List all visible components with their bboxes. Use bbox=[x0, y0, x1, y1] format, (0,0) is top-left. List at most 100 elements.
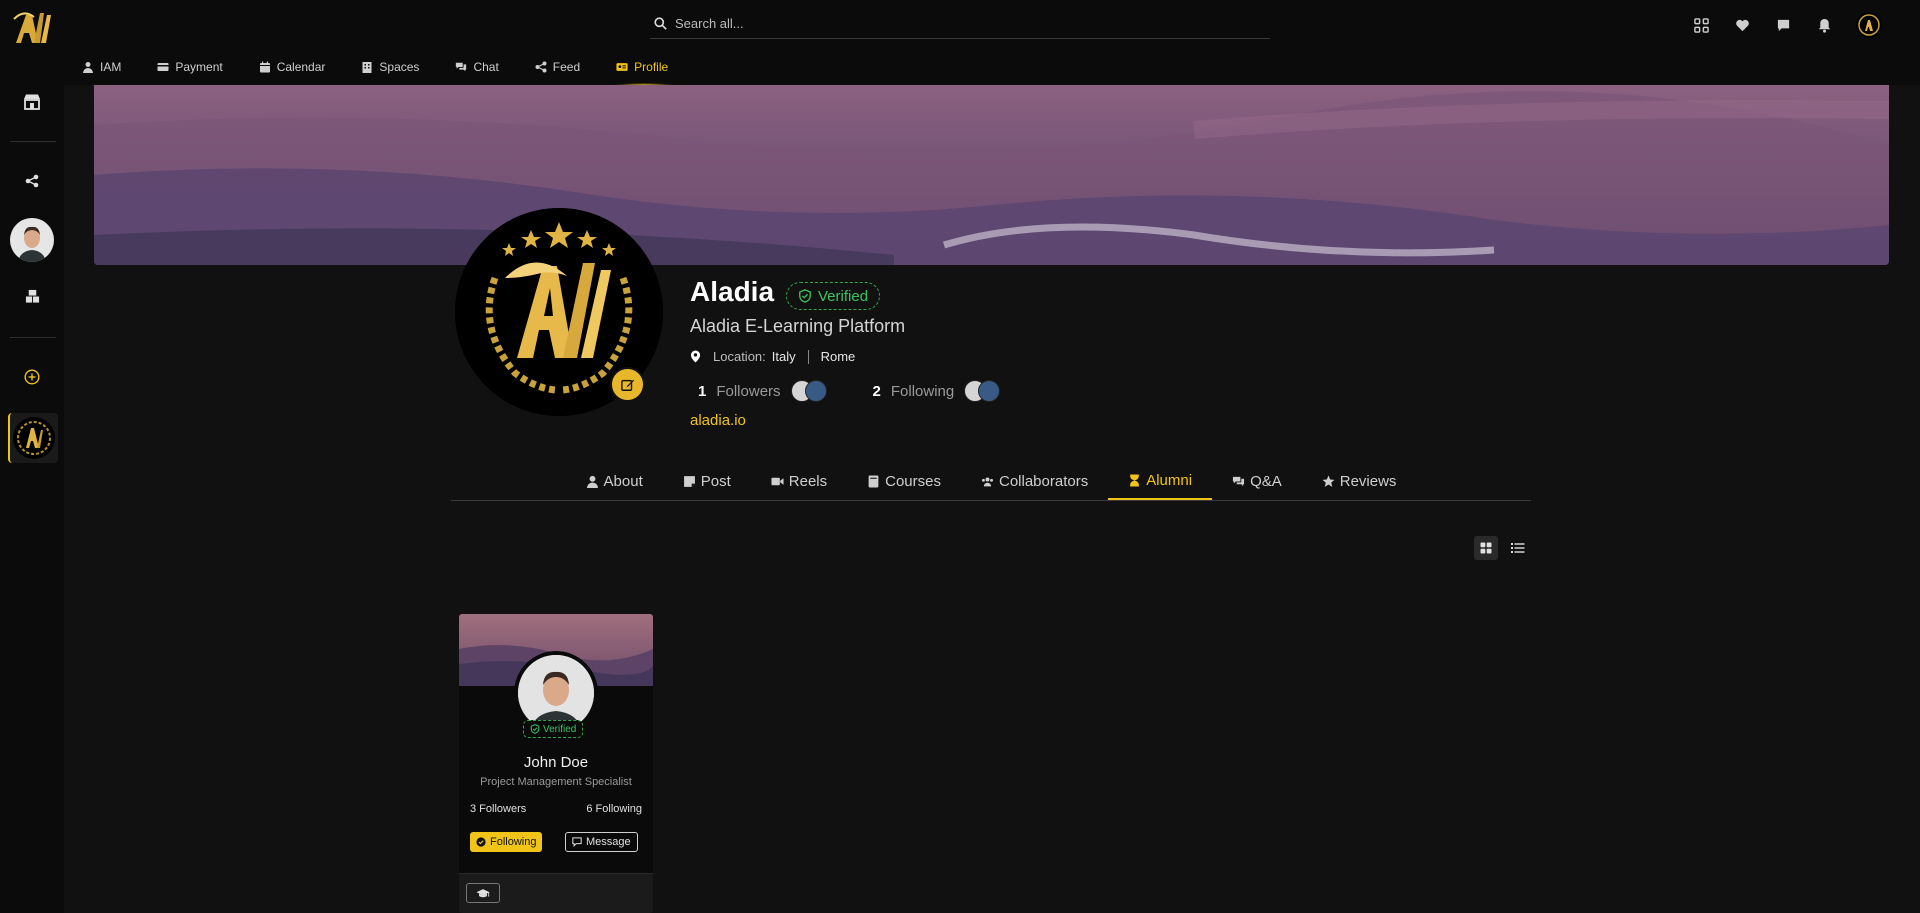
chat-icon bbox=[456, 62, 467, 72]
building-icon bbox=[362, 62, 372, 73]
tab-reviews[interactable]: Reviews bbox=[1302, 462, 1417, 500]
note-icon bbox=[683, 475, 695, 487]
search-icon bbox=[654, 16, 667, 30]
share-icon[interactable] bbox=[21, 170, 43, 192]
profile-subtitle: Aladia E-Learning Platform bbox=[690, 316, 906, 336]
share-icon bbox=[535, 61, 547, 73]
alumni-role: Project Management Specialist bbox=[480, 776, 632, 788]
followers-stat[interactable]: 1 Followers bbox=[698, 380, 827, 402]
search-bar[interactable] bbox=[650, 8, 1270, 39]
message-button-label: Message bbox=[586, 836, 631, 848]
alumni-verified-badge: Verified bbox=[523, 720, 584, 738]
following-button-label: Following bbox=[490, 836, 537, 848]
message-button[interactable]: Message bbox=[565, 832, 638, 852]
tab-qa[interactable]: Q&A bbox=[1212, 462, 1302, 500]
location-city: Rome bbox=[820, 349, 856, 364]
aladia-logo[interactable] bbox=[10, 5, 54, 49]
sidebar-user-avatar[interactable] bbox=[10, 218, 54, 262]
tab-label: Reels bbox=[788, 472, 828, 490]
map-pin-icon bbox=[690, 350, 701, 363]
followers-avatars bbox=[790, 380, 827, 402]
sidebar-divider bbox=[10, 141, 56, 142]
message-icon bbox=[572, 837, 582, 847]
profile-website-link[interactable]: aladia.io bbox=[690, 412, 746, 429]
grid-view-button[interactable] bbox=[1474, 536, 1498, 560]
left-sidebar bbox=[0, 85, 64, 913]
sidebar-org-aladia[interactable] bbox=[8, 413, 58, 463]
nav-item-iam[interactable]: IAM bbox=[82, 55, 141, 79]
calendar-icon bbox=[259, 61, 270, 73]
verified-badge: Verified bbox=[786, 282, 881, 310]
profile-banner bbox=[94, 85, 1889, 265]
tab-alumni[interactable]: Alumni bbox=[1108, 462, 1213, 500]
book-icon bbox=[868, 475, 879, 487]
tab-collaborators[interactable]: Collaborators bbox=[961, 462, 1108, 500]
profile-name: Aladia bbox=[690, 276, 775, 307]
hourglass-icon bbox=[1130, 474, 1140, 486]
credit-card-icon bbox=[157, 63, 169, 71]
nav-item-payment[interactable]: Payment bbox=[157, 55, 242, 79]
list-icon bbox=[1511, 543, 1525, 553]
alumni-card-footer bbox=[459, 873, 653, 913]
comments-icon bbox=[1232, 476, 1245, 486]
boxes-icon[interactable] bbox=[21, 285, 43, 307]
alumni-stats: 3 Followers 6 Following bbox=[470, 803, 642, 815]
nav-item-chat[interactable]: Chat bbox=[455, 55, 518, 79]
avatar bbox=[978, 380, 1001, 402]
alumni-followers[interactable]: 3 Followers bbox=[470, 803, 526, 815]
followers-count: 1 bbox=[698, 382, 707, 400]
tab-courses[interactable]: Courses bbox=[847, 462, 961, 500]
top-actions bbox=[1692, 12, 1882, 38]
location-separator bbox=[807, 349, 809, 364]
check-circle-icon bbox=[476, 837, 486, 847]
profile-location: Location: Italy Rome bbox=[690, 349, 855, 364]
edit-avatar-button[interactable] bbox=[610, 367, 645, 402]
profile-follow-stats: 1 Followers 2 Following bbox=[698, 380, 1001, 402]
tab-post[interactable]: Post bbox=[663, 462, 751, 500]
video-icon bbox=[771, 477, 784, 485]
graduation-cap-button[interactable] bbox=[466, 883, 500, 903]
alumni-following[interactable]: 6 Following bbox=[586, 803, 642, 815]
top-bar: IAM Payment Calendar Spaces Chat Feed Pr… bbox=[0, 0, 1920, 87]
star-icon bbox=[1322, 475, 1335, 487]
users-icon bbox=[981, 476, 994, 486]
list-view-button[interactable] bbox=[1506, 536, 1530, 560]
add-circle-icon[interactable] bbox=[21, 366, 43, 388]
nav-label: IAM bbox=[100, 60, 122, 74]
tab-label: Post bbox=[700, 472, 731, 490]
tab-label: Courses bbox=[885, 472, 941, 490]
nav-label: Profile bbox=[634, 60, 669, 74]
location-label: Location: bbox=[713, 349, 766, 364]
tab-about[interactable]: About bbox=[566, 462, 663, 500]
nav-item-feed[interactable]: Feed bbox=[535, 55, 600, 79]
apps-grid-icon[interactable] bbox=[1692, 16, 1711, 35]
nav-label: Feed bbox=[552, 60, 581, 74]
search-input[interactable] bbox=[675, 15, 1235, 31]
grid-icon bbox=[1480, 542, 1492, 554]
nav-item-profile[interactable]: Profile bbox=[614, 55, 688, 87]
graduation-cap-icon bbox=[476, 888, 490, 897]
following-button[interactable]: Following bbox=[470, 832, 543, 852]
shield-check-icon bbox=[530, 724, 540, 734]
nav-item-spaces[interactable]: Spaces bbox=[361, 55, 439, 79]
user-icon bbox=[586, 475, 598, 488]
bell-icon[interactable] bbox=[1815, 16, 1834, 35]
view-toggle bbox=[1474, 536, 1530, 560]
tab-reels[interactable]: Reels bbox=[751, 462, 847, 500]
heart-icon[interactable] bbox=[1733, 16, 1752, 35]
tab-label: Q&A bbox=[1250, 472, 1282, 490]
profile-tabs: About Post Reels Courses Collaborators A… bbox=[451, 462, 1531, 501]
edit-icon bbox=[620, 379, 634, 391]
id-card-icon bbox=[616, 63, 628, 71]
alumni-card[interactable]: Verified John Doe Project Management Spe… bbox=[459, 614, 653, 913]
nav-item-calendar[interactable]: Calendar bbox=[259, 55, 346, 79]
messages-icon[interactable] bbox=[1774, 16, 1793, 35]
following-stat[interactable]: 2 Following bbox=[873, 380, 1001, 402]
alumni-name: John Doe bbox=[523, 754, 589, 771]
store-icon[interactable] bbox=[21, 91, 43, 113]
nav-label: Calendar bbox=[276, 60, 326, 74]
tab-label: Reviews bbox=[1339, 472, 1397, 490]
user-avatar[interactable] bbox=[1856, 12, 1882, 38]
following-avatars bbox=[964, 380, 1001, 402]
avatar bbox=[804, 380, 827, 402]
